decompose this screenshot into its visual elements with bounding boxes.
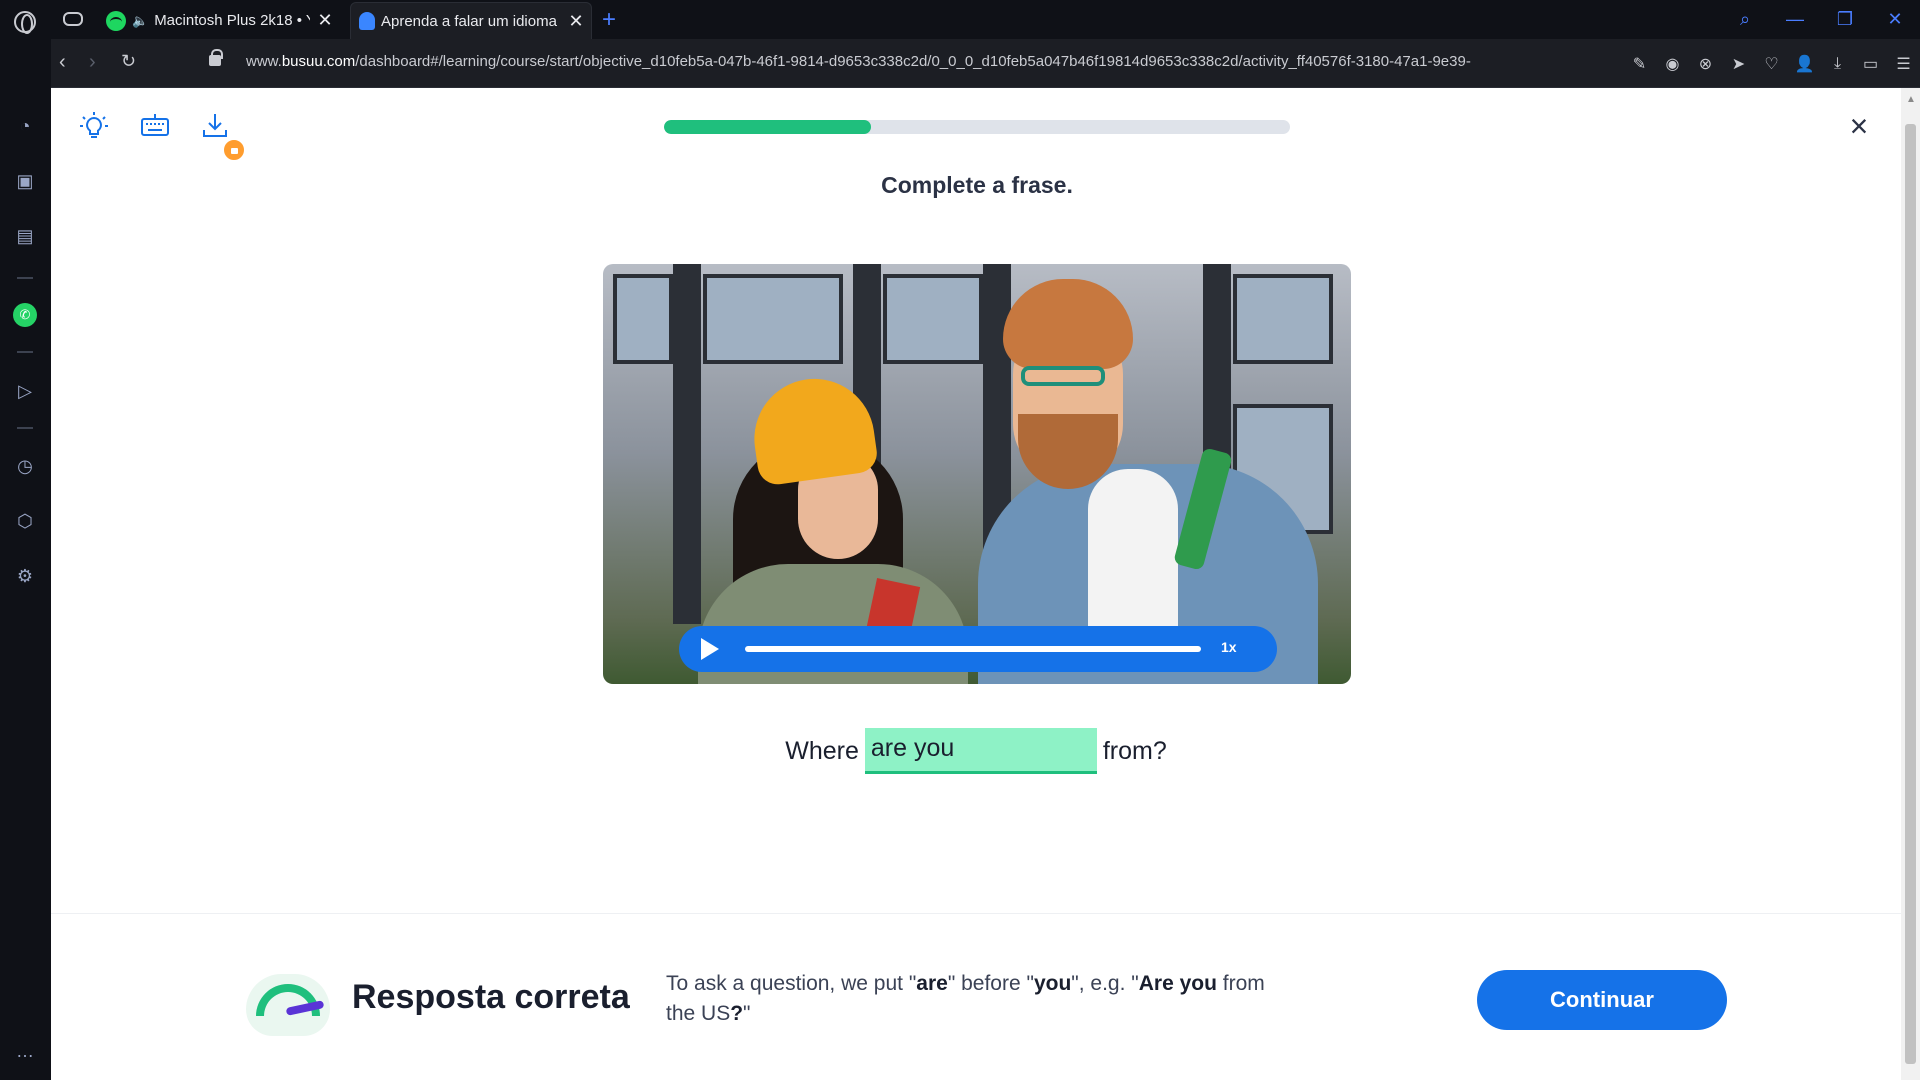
edit-icon[interactable]: ✎ [1623, 54, 1656, 74]
scrollbar[interactable]: ▲ [1901, 88, 1920, 1080]
playback-speed-button[interactable]: 1x [1221, 639, 1237, 655]
close-lesson-icon[interactable]: × [1845, 110, 1873, 142]
tab-spotify[interactable]: 🔈 Macintosh Plus 2k18 • Y ✕ [100, 2, 340, 39]
tab-title: Macintosh Plus 2k18 • Y [154, 12, 310, 29]
settings-gear-icon[interactable]: ⚙ [13, 564, 37, 588]
tip-lightbulb-icon[interactable] [78, 110, 110, 142]
fill-gap-sentence: Where are you from? [51, 728, 1901, 774]
offline-download-icon[interactable] [199, 110, 231, 142]
window-close-icon[interactable]: ✕ [1870, 9, 1920, 30]
minimize-icon[interactable]: — [1770, 9, 1820, 30]
continue-button[interactable]: Continuar [1477, 970, 1727, 1030]
tab-busuu[interactable]: Aprenda a falar um idioma ✕ [350, 2, 592, 39]
busuu-lesson-page: × Complete a frase. 1x Where are you fro… [51, 88, 1901, 1080]
tab-title: Aprenda a falar um idioma [381, 12, 557, 30]
camera-icon[interactable]: ◉ [1656, 54, 1689, 74]
restore-icon[interactable]: ❐ [1820, 9, 1870, 30]
spotify-icon [106, 10, 126, 31]
back-icon[interactable]: ‹ [59, 51, 66, 74]
sentence-after: from? [1102, 736, 1167, 765]
send-icon[interactable]: ➤ [1722, 54, 1755, 74]
exercise-instruction: Complete a frase. [881, 172, 1073, 198]
success-meter-icon [246, 974, 330, 1036]
battery-icon[interactable]: ▭ [1854, 54, 1887, 74]
feedback-title: Resposta correta [352, 978, 630, 1016]
address-bar-actions: ✎ ◉ ⊗ ➤ ♡ 👤 ⤓ ▭ ☰ [1623, 39, 1920, 88]
heart-icon[interactable]: ♡ [1755, 54, 1788, 74]
gamepad-icon[interactable] [63, 12, 83, 26]
search-tabs-icon[interactable]: ⌕ [1720, 9, 1770, 30]
speed-dial-icon[interactable]: ◔ [13, 114, 37, 138]
forward-icon[interactable]: › [89, 51, 96, 74]
sidebar-divider [17, 277, 33, 279]
feedback-explanation: To ask a question, we put "are" before "… [666, 972, 1265, 1025]
opera-sidebar: ◔ ▣ ▤ ✆ ▷ ◷ ⬡ ⚙ … [0, 39, 51, 1080]
premium-lock-icon [222, 138, 246, 162]
sidebar-divider [17, 427, 33, 429]
profile-icon[interactable]: 👤 [1788, 54, 1821, 74]
opera-logo-icon[interactable] [14, 11, 36, 34]
player-icon[interactable]: ▷ [13, 379, 37, 403]
answer-gap[interactable]: are you [864, 728, 1097, 774]
menu-icon[interactable]: ☰ [1887, 54, 1920, 74]
lesson-progress-bar [664, 120, 1290, 134]
adblock-icon[interactable]: ⊗ [1689, 54, 1722, 74]
audio-progress-track[interactable] [745, 646, 1201, 652]
exercise-image: 1x [603, 264, 1351, 684]
busuu-favicon-icon [359, 12, 375, 30]
feedback-panel: Resposta correta To ask a question, we p… [51, 913, 1901, 1080]
progress-fill [664, 120, 871, 134]
scroll-up-icon[interactable]: ▲ [1906, 94, 1916, 105]
twitch-icon[interactable]: ▤ [13, 224, 37, 248]
keyboard-icon[interactable] [139, 110, 171, 142]
tab-close-icon[interactable]: ✕ [310, 10, 340, 31]
window-controls: ⌕ — ❐ ✕ [1720, 0, 1920, 39]
browser-tab-bar: 🔈 Macintosh Plus 2k18 • Y ✕ Aprenda a fa… [0, 0, 1920, 39]
new-tab-button[interactable]: + [602, 6, 616, 34]
reload-icon[interactable]: ↻ [121, 51, 136, 72]
sentence-before: Where [785, 736, 859, 765]
sidebar-divider [17, 351, 33, 353]
speaker-icon[interactable]: 🔈 [132, 13, 148, 29]
address-bar: ‹ › ↻ www.busuu.com/dashboard#/learning/… [51, 39, 1920, 88]
play-icon[interactable] [701, 638, 719, 660]
extensions-icon[interactable]: ⬡ [13, 509, 37, 533]
audio-player: 1x [679, 626, 1277, 672]
history-icon[interactable]: ◷ [13, 454, 37, 478]
lock-icon[interactable] [209, 49, 223, 66]
tab-close-icon[interactable]: ✕ [561, 11, 591, 32]
url-field[interactable]: www.busuu.com/dashboard#/learning/course… [246, 53, 1626, 70]
crypto-wallet-icon[interactable]: ▣ [13, 169, 37, 193]
scrollbar-thumb[interactable] [1905, 124, 1916, 1064]
download-icon[interactable]: ⤓ [1821, 55, 1854, 73]
more-icon[interactable]: … [13, 1039, 37, 1063]
whatsapp-icon[interactable]: ✆ [13, 303, 37, 327]
